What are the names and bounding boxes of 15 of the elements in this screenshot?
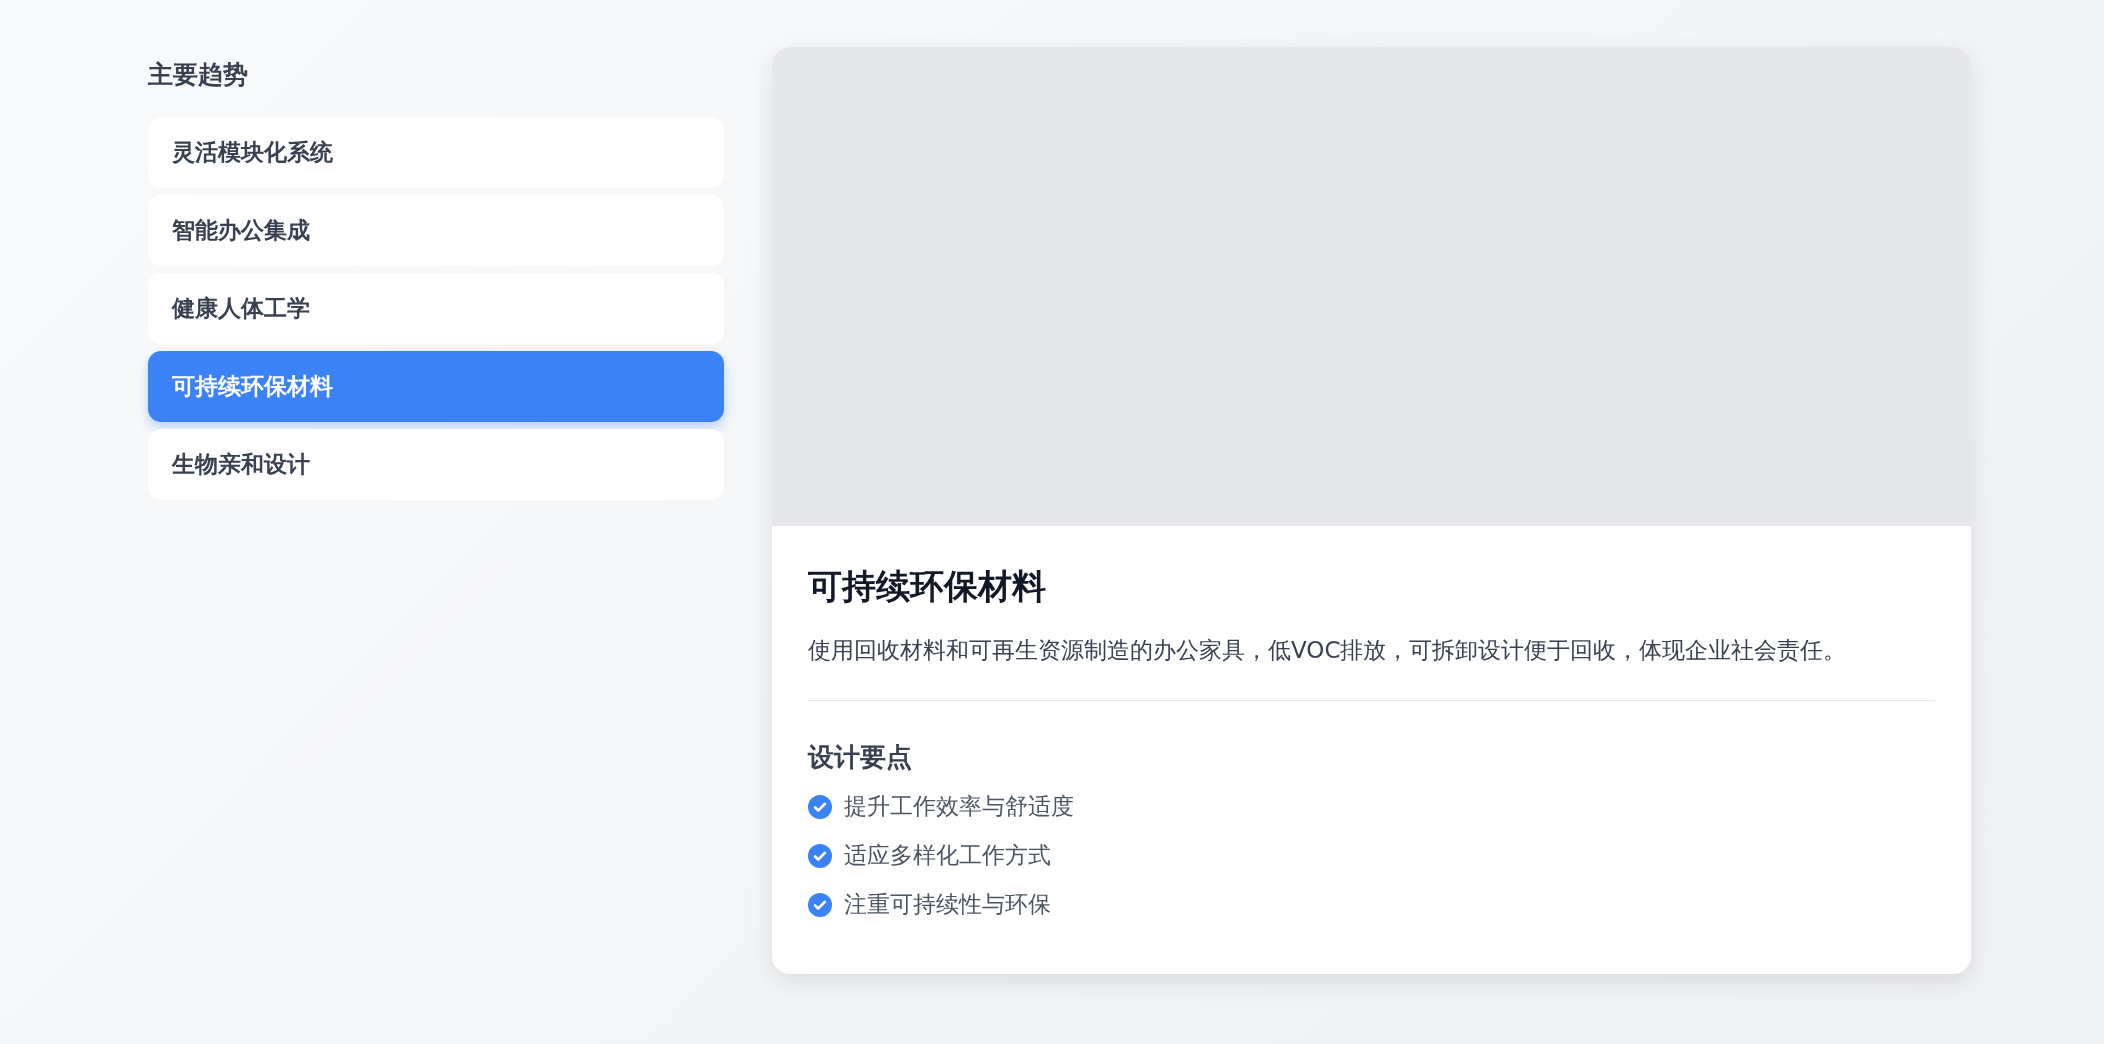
sidebar-item[interactable]: 灵活模块化系统 <box>148 117 724 188</box>
check-icon <box>808 843 832 868</box>
sidebar-item[interactable]: 可持续环保材料 <box>148 351 724 422</box>
point-text: 提升工作效率与舒适度 <box>844 792 1074 821</box>
check-icon <box>808 892 832 917</box>
point-text: 注重可持续性与环保 <box>844 890 1051 919</box>
detail-description: 使用回收材料和可再生资源制造的办公家具，低VOC排放，可拆卸设计便于回收，体现企业社会责任。 <box>808 636 1848 665</box>
sidebar-item[interactable]: 智能办公集成 <box>148 195 724 266</box>
sidebar-item[interactable]: 健康人体工学 <box>148 273 724 344</box>
detail-title: 可持续环保材料 <box>808 565 1047 608</box>
points-title: 设计要点 <box>808 741 913 774</box>
check-icon <box>808 794 832 819</box>
sidebar-title: 主要趋势 <box>148 59 249 91</box>
sidebar-item[interactable]: 生物亲和设计 <box>148 429 724 500</box>
point-text: 适应多样化工作方式 <box>844 841 1051 870</box>
